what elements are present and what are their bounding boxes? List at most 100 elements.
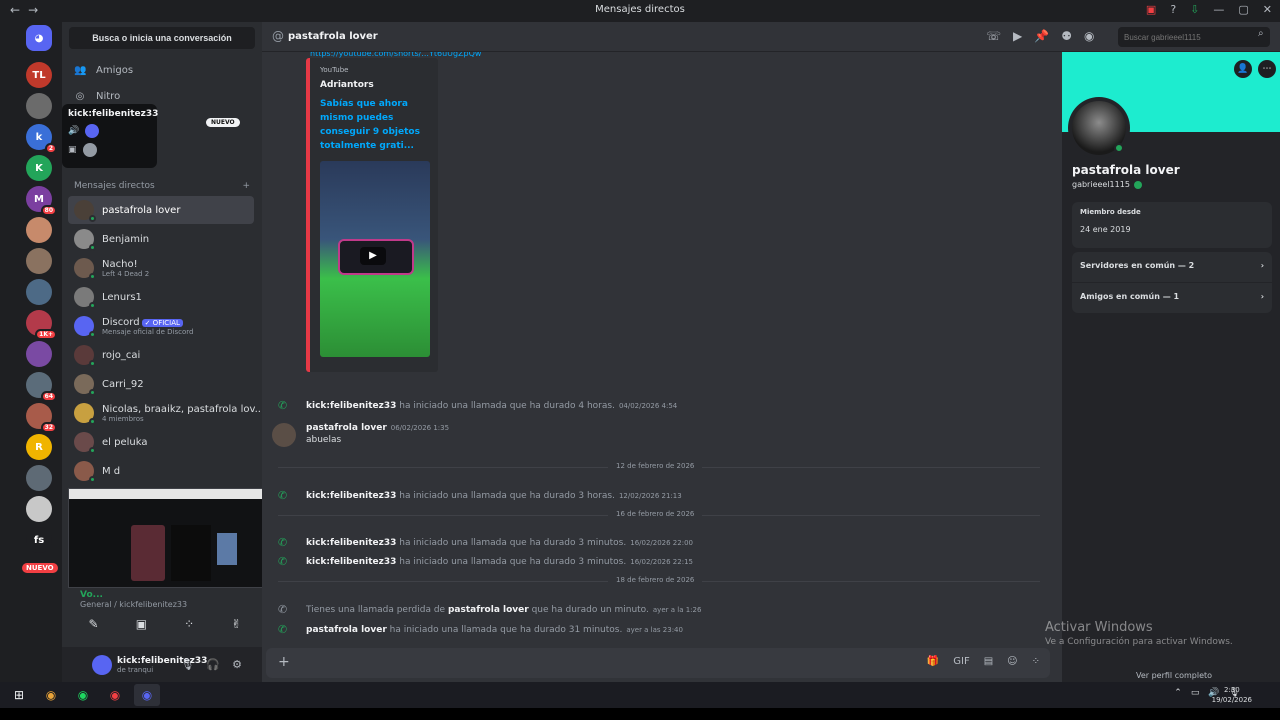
embed-thumbnail[interactable]: ▶ xyxy=(320,161,430,357)
avatar[interactable] xyxy=(272,423,296,447)
nav-nitro[interactable]: ◎ Nitro xyxy=(74,91,121,102)
server-icon[interactable] xyxy=(26,93,52,119)
emoji-icon[interactable]: ☺ xyxy=(1007,656,1017,667)
dm-text: pastafrola lover xyxy=(102,205,180,216)
profile-panel: 👤 ⋯ pastafrola lover gabrieeel1115 Miemb… xyxy=(1062,52,1280,682)
profile-avatar[interactable] xyxy=(1068,97,1130,159)
server-icon[interactable] xyxy=(26,248,52,274)
search-input[interactable] xyxy=(1118,27,1270,47)
headset-icon[interactable]: 🎧 xyxy=(206,658,220,671)
server-icon[interactable] xyxy=(26,465,52,491)
server-icon[interactable] xyxy=(26,341,52,367)
member-since-value: 24 ene 2019 xyxy=(1080,225,1131,234)
chrome-icon[interactable]: ◉ xyxy=(38,684,64,706)
date-divider: 18 de febrero de 2026 xyxy=(278,576,1040,584)
dm-item[interactable]: Benjamin xyxy=(68,225,254,253)
screen-share-icon[interactable]: ▣ xyxy=(136,617,147,631)
preview-tile xyxy=(171,525,211,581)
server-icon[interactable]: fs xyxy=(26,527,52,553)
close-button[interactable]: ✕ xyxy=(1263,3,1272,16)
minimize-button[interactable]: — xyxy=(1213,3,1224,16)
server-icon[interactable]: 64 xyxy=(26,372,57,402)
add-dm-icon[interactable]: + xyxy=(242,181,250,191)
windows-start-icon[interactable]: ⊞ xyxy=(6,684,32,706)
gift-icon[interactable]: 🎁 xyxy=(927,656,939,667)
home-button[interactable]: ◕ xyxy=(26,25,52,51)
user-avatar[interactable] xyxy=(92,655,112,675)
avatar xyxy=(74,200,96,222)
add-friend-icon[interactable]: 👤 xyxy=(1234,60,1252,78)
noise-icon[interactable]: ✎ xyxy=(89,617,99,631)
attach-icon[interactable]: + xyxy=(278,654,290,670)
server-icon[interactable] xyxy=(26,217,52,243)
dm-item[interactable]: M d xyxy=(68,457,254,485)
dm-item[interactable]: el peluka xyxy=(68,428,254,456)
dm-item[interactable]: Lenurs1 xyxy=(68,283,254,311)
apps-icon[interactable]: ⁘ xyxy=(1032,656,1040,667)
help-icon[interactable]: ? xyxy=(1170,3,1176,16)
gif-icon[interactable]: GIF xyxy=(953,656,969,667)
nav-friends[interactable]: 👥 Amigos xyxy=(74,65,133,76)
settings-icon[interactable]: ⚙ xyxy=(232,658,242,671)
chat-toolbar: ☏ ▶ 📌 ⚉ ◉ xyxy=(986,29,1094,43)
dm-search-button[interactable]: Busca o inicia una conversación xyxy=(69,27,255,49)
embed-author[interactable]: Adriantors xyxy=(320,80,428,90)
dm-name: Nacho! xyxy=(102,258,138,270)
more-icon[interactable]: ⋯ xyxy=(1258,60,1276,78)
activities-icon[interactable]: ⁘ xyxy=(184,617,194,631)
network-icon[interactable]: ▭ xyxy=(1191,688,1200,698)
server-icon[interactable] xyxy=(26,279,52,305)
server-icon[interactable]: R xyxy=(26,434,52,460)
chat-area: @ pastafrola lover ☏ ▶ 📌 ⚉ ◉ ⌕ https://y… xyxy=(262,22,1280,682)
message-author[interactable]: pastafrola lover 06/02/2026 1:35 xyxy=(306,423,449,433)
dm-item[interactable]: pastafrola lover xyxy=(68,196,254,224)
download-icon[interactable]: ⇩ xyxy=(1190,3,1199,16)
server-icon[interactable]: k2 xyxy=(26,124,57,154)
view-full-profile-link[interactable]: Ver perfil completo xyxy=(1136,671,1212,680)
avatar xyxy=(74,403,96,425)
dm-item[interactable]: Nicolas, braaikz, pastafrola lov... 4 mie… xyxy=(68,399,264,427)
profile-toggle-icon[interactable]: ◉ xyxy=(1084,29,1094,43)
sticker-icon[interactable]: ▤ xyxy=(984,656,993,667)
dm-item[interactable]: Carri_92 xyxy=(68,370,254,398)
chat-title: pastafrola lover xyxy=(288,31,378,42)
mutual-servers[interactable]: Servidores en común — 2 › xyxy=(1072,252,1272,282)
server-icon[interactable]: TL xyxy=(26,62,52,88)
phone-icon: ✆ xyxy=(278,536,288,549)
status-icon xyxy=(89,331,96,338)
server-icon[interactable]: 1K+ xyxy=(26,310,57,340)
clock[interactable]: 2:30 19/02/2026 xyxy=(1212,685,1252,705)
screen-share-preview[interactable] xyxy=(68,488,278,588)
server-icon[interactable]: K xyxy=(26,155,52,181)
play-icon[interactable]: ▶ xyxy=(360,247,386,265)
inbox-icon[interactable]: ▣ xyxy=(1146,3,1156,16)
server-icon[interactable]: M 80 xyxy=(26,186,57,216)
spotify-icon[interactable]: ◉ xyxy=(70,684,96,706)
maximize-button[interactable]: ▢ xyxy=(1238,3,1248,16)
dm-item[interactable]: Nacho! Left 4 Dead 2 xyxy=(68,254,254,282)
dm-name: Lenurs1 xyxy=(102,291,142,303)
dm-item[interactable]: Discord ✓ OFICIAL Mensaje oficial de Disco… xyxy=(68,312,254,340)
message-composer[interactable]: + 🎁 GIF ▤ ☺ ⁘ xyxy=(266,648,1050,678)
avatar-image xyxy=(1072,101,1126,155)
pin-icon[interactable]: 📌 xyxy=(1034,29,1049,43)
discord-taskbar-icon[interactable]: ◉ xyxy=(134,684,160,706)
chat-header: @ pastafrola lover ☏ ▶ 📌 ⚉ ◉ ⌕ xyxy=(262,22,1280,52)
official-badge: ✓ OFICIAL xyxy=(141,318,183,327)
mutual-friends[interactable]: Amigos en común — 1 › xyxy=(1072,283,1272,313)
embed-title[interactable]: Sabías que ahora mismo puedes conseguir … xyxy=(320,97,428,153)
dm-item[interactable]: rojo_cai xyxy=(68,341,254,369)
microphone-icon[interactable]: 🎙 xyxy=(180,658,194,671)
tray-chevron-icon[interactable]: ⌃ xyxy=(1174,688,1182,698)
call-icon[interactable]: ☏ xyxy=(986,29,1001,43)
avatar xyxy=(82,143,97,157)
video-icon[interactable]: ▶ xyxy=(1013,29,1022,43)
app-icon[interactable]: ◉ xyxy=(102,684,128,706)
soundboard-icon[interactable]: ✌ xyxy=(231,617,241,631)
voice-channel-label[interactable]: General / kickfelibenitez33 xyxy=(80,600,270,609)
add-friends-icon[interactable]: ⚉ xyxy=(1061,29,1072,43)
server-icon[interactable] xyxy=(26,496,52,522)
dm-subtitle: 4 miembros xyxy=(102,414,144,423)
message-time: 12/02/2026 21:13 xyxy=(618,491,682,500)
server-icon[interactable]: 32 xyxy=(26,403,57,433)
